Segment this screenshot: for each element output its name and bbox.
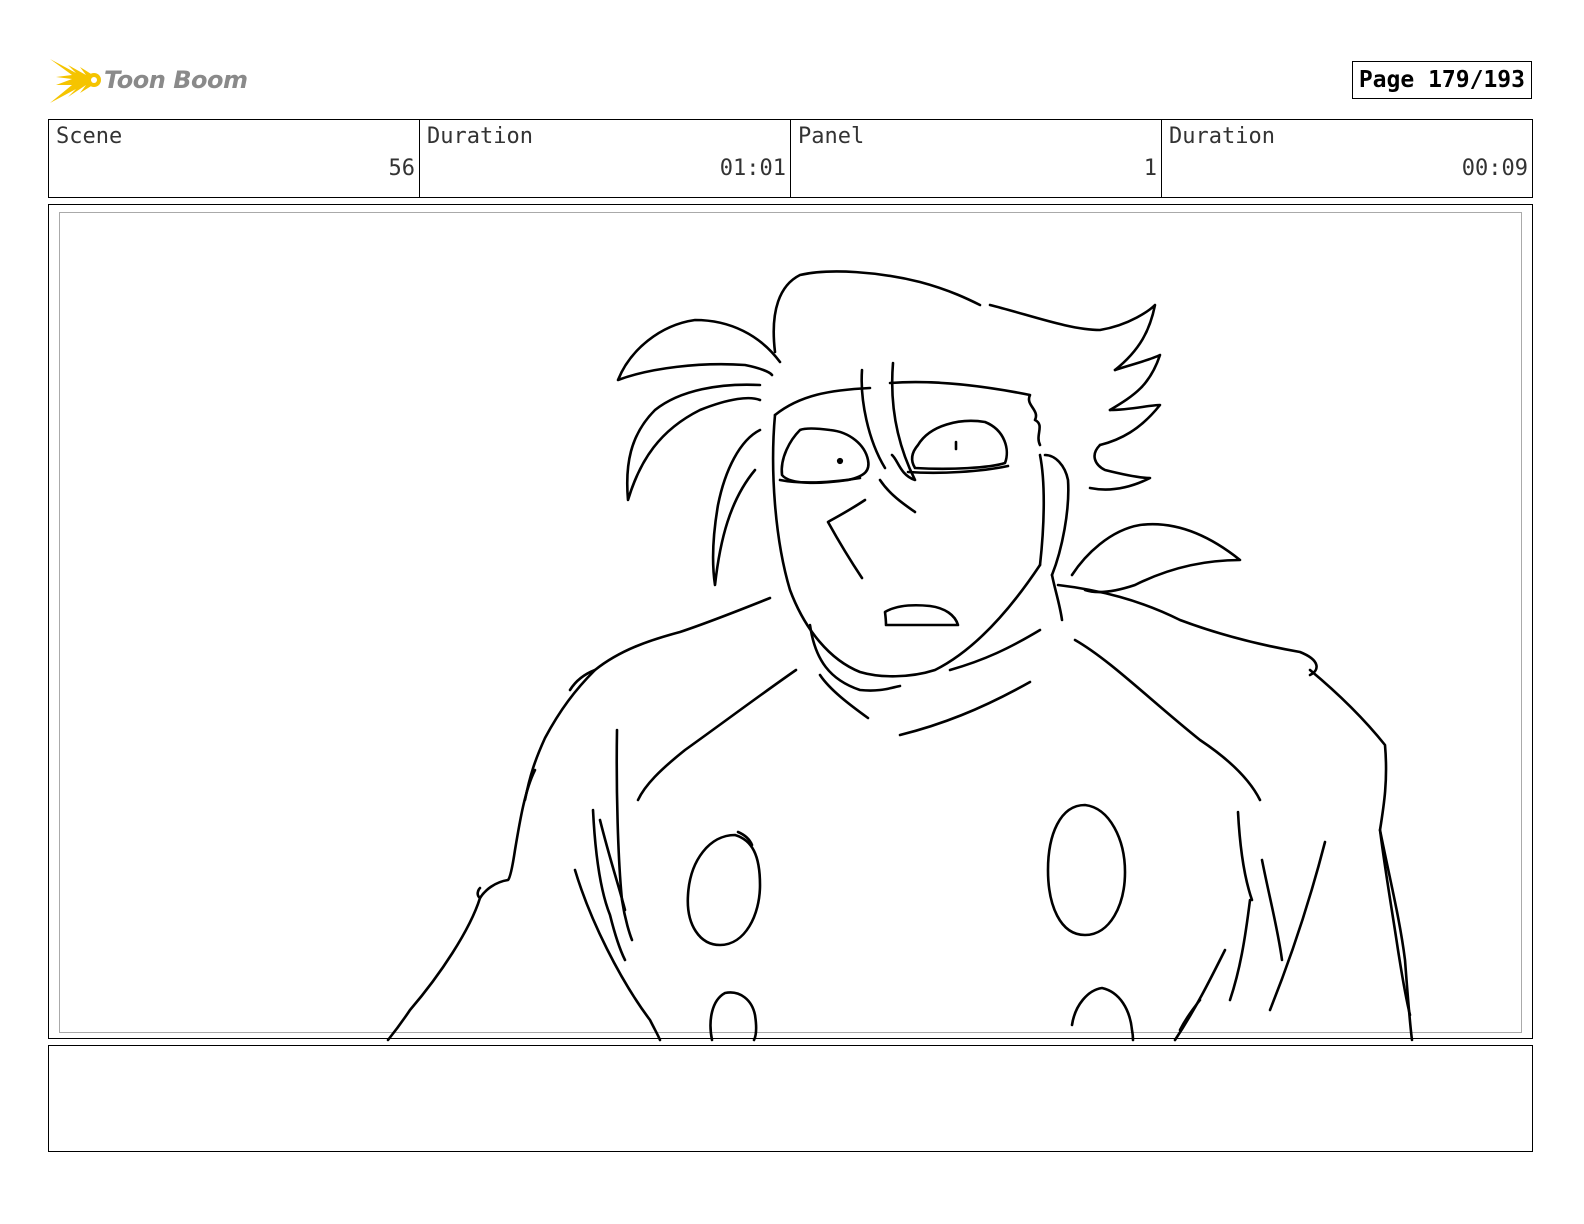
notes-box (48, 1045, 1533, 1152)
character-sketch (386, 270, 1414, 1042)
